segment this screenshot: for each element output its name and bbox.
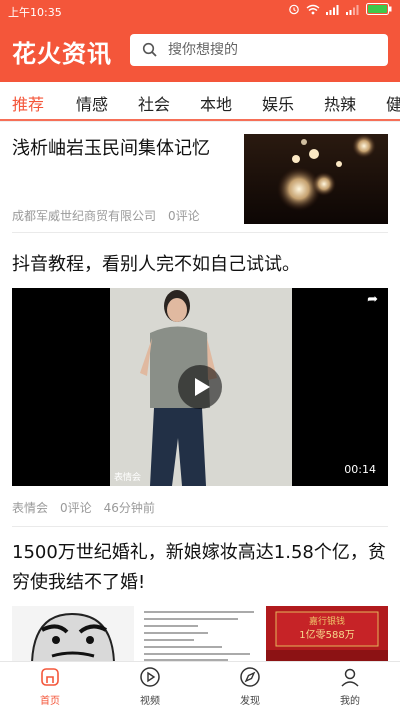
document-image: [138, 606, 262, 662]
search-input[interactable]: [168, 42, 368, 58]
battery-icon: [366, 3, 392, 15]
tab-underline: [0, 119, 400, 121]
alarm-icon: [289, 4, 299, 15]
search-box[interactable]: [130, 34, 388, 66]
signal-icon-2: [346, 4, 359, 15]
play-button[interactable]: [178, 365, 222, 409]
nav-me[interactable]: 我的: [320, 666, 380, 707]
nav-home[interactable]: 首页: [20, 666, 80, 707]
nav-label: 我的: [340, 696, 360, 707]
home-icon: [41, 668, 59, 686]
app-screen: 上午10:35 花火资讯 推荐 情感 社会 本地 娱乐 热辣 健 浅析岫岩玉民间…: [0, 0, 400, 711]
meme-face-image: [12, 606, 134, 662]
user-icon: [341, 668, 359, 687]
news-image-2[interactable]: [138, 606, 262, 662]
tab-entertainment[interactable]: 娱乐: [262, 91, 294, 115]
news-time: 46分钟前: [103, 501, 155, 515]
tab-society[interactable]: 社会: [138, 91, 170, 115]
wifi-icon: [306, 4, 320, 14]
app-title: 花火资讯: [12, 40, 112, 68]
video-watermark: 表情会: [114, 471, 141, 483]
red-banner-image: 嘉行银钱 1亿零588万: [266, 606, 388, 662]
tab-health[interactable]: 健: [386, 91, 400, 115]
signal-icon: [326, 4, 339, 15]
tab-hot[interactable]: 热辣: [324, 91, 356, 115]
divider: [12, 526, 388, 527]
nav-label: 发现: [240, 696, 260, 707]
play-icon: [195, 378, 210, 396]
news-image-1[interactable]: [12, 606, 134, 662]
night-lights-image: [244, 134, 388, 224]
news-source: 表情会: [12, 501, 49, 515]
nav-discover[interactable]: 发现: [220, 666, 280, 707]
news-source: 成都军威世纪商贸有限公司: [12, 209, 157, 223]
category-tabs: 推荐 情感 社会 本地 娱乐 热辣 健: [0, 82, 400, 122]
tab-emotion[interactable]: 情感: [76, 91, 108, 115]
news-comments: 0评论: [168, 209, 200, 223]
news-meta: 成都军威世纪商贸有限公司 0评论: [12, 207, 212, 224]
divider: [12, 232, 388, 233]
red-banner-text-1: 嘉行银钱: [309, 615, 345, 627]
news-meta: 表情会 0评论 46分钟前: [12, 499, 167, 516]
news-title[interactable]: 抖音教程，看别人完不如自己试试。: [12, 250, 388, 280]
compass-icon: [240, 667, 260, 687]
news-title[interactable]: 浅析岫岩玉民间集体记忆: [12, 134, 232, 164]
news-thumbnail[interactable]: [244, 134, 388, 224]
video-player[interactable]: 表情会 ➦ 00:14: [12, 288, 388, 486]
news-image-3[interactable]: 嘉行银钱 1亿零588万: [266, 606, 388, 662]
status-icons: [288, 3, 392, 15]
share-arrow-icon[interactable]: ➦: [367, 292, 378, 307]
nav-video[interactable]: 视频: [120, 666, 180, 707]
search-icon: [142, 42, 157, 57]
red-banner-text-2: 1亿零588万: [299, 628, 354, 641]
tab-local[interactable]: 本地: [200, 91, 232, 115]
nav-label: 视频: [140, 696, 160, 707]
status-time: 上午10:35: [8, 6, 62, 19]
news-title[interactable]: 1500万世纪婚礼，新娘嫁妆高达1.58个亿，贫穷使我结不了婚!: [12, 538, 390, 598]
status-bar: 上午10:35: [0, 0, 400, 22]
bottom-nav: 首页 视频 发现 我的: [0, 661, 400, 711]
video-duration: 00:14: [344, 463, 376, 476]
tab-recommend[interactable]: 推荐: [12, 91, 44, 115]
play-circle-icon: [140, 667, 160, 687]
news-comments: 0评论: [60, 501, 92, 515]
nav-label: 首页: [40, 696, 60, 707]
